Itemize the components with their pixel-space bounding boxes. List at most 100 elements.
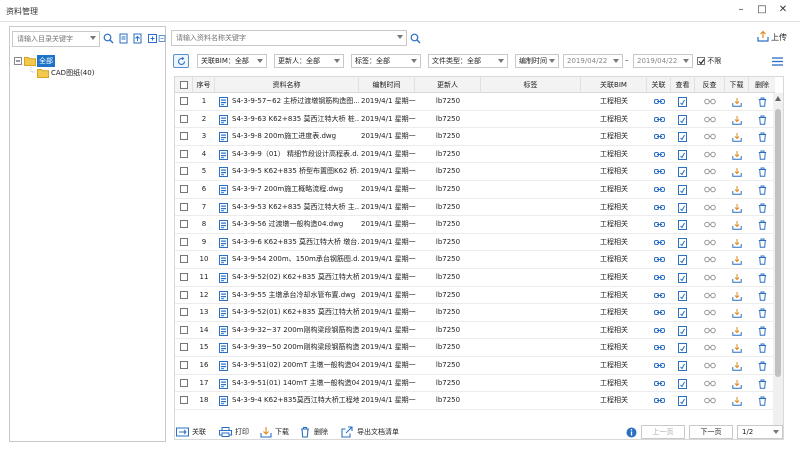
vertical-scrollbar[interactable]	[773, 93, 783, 439]
reverse-lookup-icon[interactable]	[704, 380, 716, 387]
link-icon[interactable]	[654, 397, 665, 404]
no-limit-checkbox[interactable]: 不限	[697, 56, 721, 66]
file-name[interactable]: S4-3-9-51(01) 140mT 主墩一般构造04...	[232, 375, 359, 392]
view-icon[interactable]	[678, 308, 687, 319]
download-icon[interactable]	[732, 379, 742, 389]
download-icon[interactable]	[732, 396, 742, 406]
file-name[interactable]: S4-3-9-52(01) K62+835 莫西江特大桥...	[232, 304, 359, 321]
column-header[interactable]: 序号	[193, 77, 215, 93]
link-icon[interactable]	[654, 221, 665, 228]
reverse-lookup-icon[interactable]	[704, 327, 716, 334]
column-header[interactable]: 删除	[749, 77, 775, 93]
view-icon[interactable]	[678, 149, 687, 160]
file-name[interactable]: S4-3-9-56 过渡墩一般构造04.dwg	[232, 216, 359, 233]
column-header[interactable]: 资料名称	[215, 77, 359, 93]
chevron-down-icon[interactable]	[613, 59, 619, 63]
download-icon[interactable]	[732, 97, 742, 107]
row-checkbox[interactable]	[180, 220, 188, 229]
tree-expand-icon[interactable]	[14, 57, 22, 65]
link-icon[interactable]	[654, 362, 665, 369]
row-checkbox[interactable]	[180, 185, 188, 193]
trash-icon[interactable]	[758, 185, 767, 195]
view-icon[interactable]	[678, 255, 687, 266]
download-icon[interactable]	[732, 115, 742, 125]
row-checkbox-cell[interactable]	[180, 181, 190, 198]
table-row[interactable]: 16 S4-3-9-51(02) 200mT 主墩一般构造04... 2019/4/…	[175, 357, 775, 375]
table-row[interactable]: 15 S4-3-9-39~50 200m刚构梁段钢筋构造... 2019/4/1 星…	[175, 339, 775, 357]
next-page-button[interactable]: 下一页	[689, 425, 733, 439]
reverse-lookup-icon[interactable]	[704, 292, 716, 299]
link-icon[interactable]	[654, 292, 665, 299]
list-view-icon[interactable]	[771, 56, 784, 67]
download-icon[interactable]	[732, 150, 742, 160]
view-icon[interactable]	[678, 237, 687, 248]
link-icon[interactable]	[654, 256, 665, 263]
download-icon[interactable]	[732, 361, 742, 371]
row-checkbox[interactable]	[180, 237, 188, 246]
select-all-cell[interactable]	[175, 77, 193, 93]
minimize-icon[interactable]: –	[734, 3, 748, 17]
row-checkbox[interactable]	[180, 396, 188, 405]
row-checkbox-cell[interactable]	[180, 93, 190, 110]
date-from-input[interactable]: 2019/04/22	[563, 54, 623, 68]
link-icon[interactable]	[654, 204, 665, 211]
table-row[interactable]: 1 S4-3-9-57~62 主桥过渡墩钢筋构造图... 2019/4/1 星期一 l…	[175, 93, 775, 111]
file-name[interactable]: S4-3-9-52(02) K62+835 莫西江特大桥...	[232, 269, 359, 286]
view-icon[interactable]	[678, 343, 687, 354]
file-name[interactable]: S4-3-9-54 200m、150m承台钢筋图.d...	[232, 251, 359, 268]
reverse-lookup-icon[interactable]	[704, 309, 716, 316]
row-checkbox-cell[interactable]	[180, 163, 190, 180]
download-icon[interactable]	[732, 308, 742, 318]
trash-icon[interactable]	[758, 291, 767, 301]
download-icon[interactable]	[732, 220, 742, 230]
table-row[interactable]: 14 S4-3-9-32~37 200m刚构梁段钢筋构造... 2019/4/1 星…	[175, 322, 775, 340]
link-icon[interactable]	[654, 186, 665, 193]
search-icon[interactable]	[410, 33, 421, 44]
row-checkbox-cell[interactable]	[180, 251, 190, 268]
download-icon[interactable]	[732, 203, 742, 213]
trash-icon[interactable]	[758, 115, 767, 125]
trash-icon[interactable]	[758, 255, 767, 266]
row-checkbox-cell[interactable]	[180, 322, 190, 339]
search-icon[interactable]	[103, 33, 114, 44]
link-icon[interactable]	[654, 344, 665, 351]
tree-root-label[interactable]: 全部	[37, 55, 55, 67]
chevron-down-icon[interactable]	[683, 59, 689, 63]
chevron-down-icon[interactable]	[397, 35, 403, 39]
row-checkbox[interactable]	[180, 273, 188, 281]
link-icon[interactable]	[654, 327, 665, 334]
trash-icon[interactable]	[758, 220, 767, 230]
row-checkbox[interactable]	[180, 290, 188, 299]
refresh-button[interactable]	[173, 54, 189, 68]
file-name[interactable]: S4-3-9-57~62 主桥过渡墩钢筋构造图...	[232, 93, 359, 110]
file-name[interactable]: S4-3-9-6 K62+835 莫西江特大桥 墩台...	[232, 234, 359, 251]
document-icon[interactable]	[118, 33, 129, 44]
row-checkbox-cell[interactable]	[180, 304, 190, 321]
column-header[interactable]: 关联	[647, 77, 671, 93]
column-header[interactable]: 更新人	[415, 77, 481, 93]
row-checkbox-cell[interactable]	[180, 375, 190, 392]
table-row[interactable]: 17 S4-3-9-51(01) 140mT 主墩一般构造04... 2019/4/…	[175, 375, 775, 393]
page-select[interactable]: 1/2	[737, 425, 783, 439]
tag-filter-dropdown[interactable]: 标签：全部	[351, 54, 421, 68]
row-checkbox[interactable]	[180, 308, 188, 317]
trash-icon[interactable]	[758, 150, 767, 160]
trash-icon[interactable]	[758, 167, 767, 178]
row-checkbox-cell[interactable]	[180, 339, 190, 356]
view-icon[interactable]	[678, 202, 687, 213]
time-mode-dropdown[interactable]: 编制时间	[515, 54, 559, 68]
file-name[interactable]: S4-3-9-63 K62+835 莫西江特大桥 桩...	[232, 111, 359, 128]
select-all-checkbox[interactable]	[179, 81, 188, 89]
link-icon[interactable]	[654, 168, 665, 175]
upload-file-icon[interactable]	[132, 33, 143, 44]
reverse-lookup-icon[interactable]	[704, 256, 716, 263]
row-checkbox[interactable]	[180, 255, 188, 264]
reverse-lookup-icon[interactable]	[704, 221, 716, 228]
row-checkbox[interactable]	[180, 132, 188, 141]
row-checkbox-cell[interactable]	[180, 128, 190, 145]
reverse-lookup-icon[interactable]	[704, 397, 716, 404]
row-checkbox-cell[interactable]	[180, 392, 190, 409]
column-header[interactable]: 下载	[725, 77, 749, 93]
row-checkbox[interactable]	[180, 361, 188, 369]
row-checkbox[interactable]	[180, 149, 188, 158]
